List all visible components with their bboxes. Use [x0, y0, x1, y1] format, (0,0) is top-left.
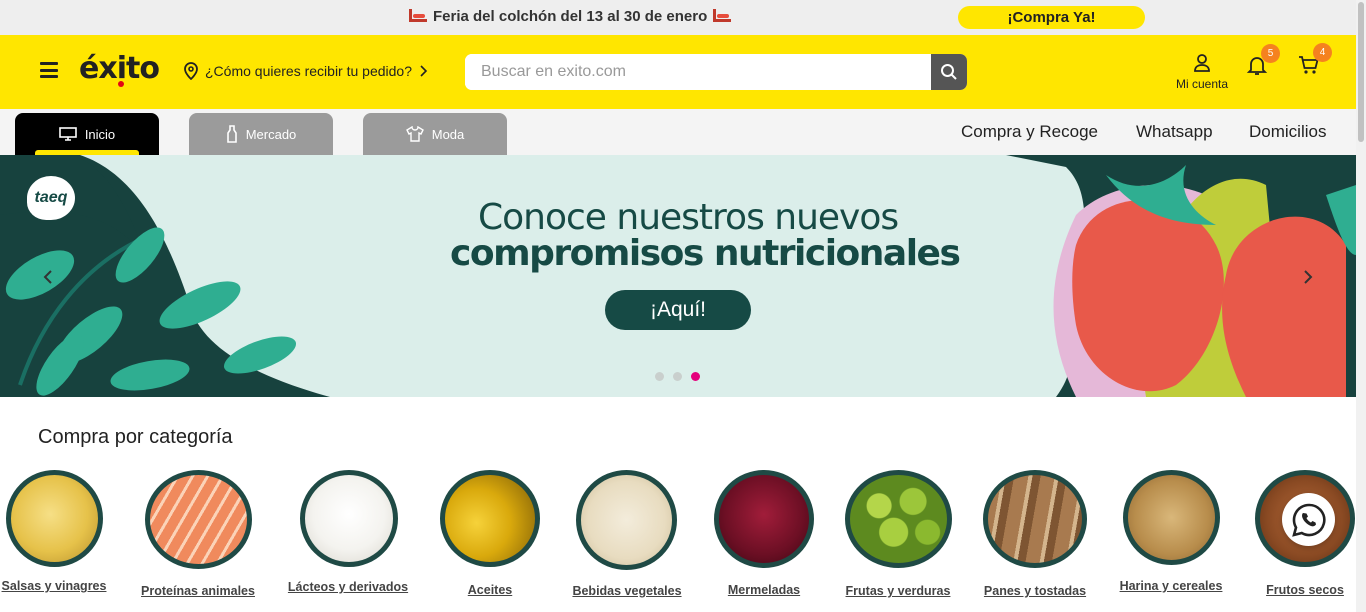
categories-title: Compra por categoría	[38, 426, 233, 448]
bed-icon	[713, 8, 732, 22]
user-icon	[1194, 54, 1210, 72]
whatsapp-chat-button[interactable]	[1282, 493, 1335, 546]
carousel-dot-2[interactable]	[673, 372, 682, 381]
tab-label: Mercado	[245, 126, 297, 142]
category-image	[300, 470, 398, 567]
category-image	[1123, 470, 1220, 565]
hamburger-menu-icon[interactable]	[40, 62, 58, 78]
tab-label: Inicio	[84, 126, 116, 142]
shirt-icon	[405, 126, 424, 142]
nav-link-domicilios[interactable]: Domicilios	[1249, 122, 1326, 142]
banner-title-line1: Conoce nuestros nuevos	[478, 197, 899, 238]
nav-link-whatsapp[interactable]: Whatsapp	[1136, 122, 1213, 142]
bottle-icon	[226, 125, 237, 143]
cart-button[interactable]: 4	[1297, 43, 1332, 77]
category-label: Proteínas animales	[141, 584, 255, 598]
category-image	[845, 470, 952, 568]
carousel-dot-1[interactable]	[655, 372, 664, 381]
chevron-right-icon	[1304, 270, 1313, 284]
carousel-dot-3-active[interactable]	[691, 372, 700, 381]
search-bar	[465, 54, 967, 90]
category-label: Frutos secos	[1266, 583, 1344, 597]
category-navbar: Inicio Mercado Moda Compra y Recoge What…	[0, 109, 1356, 155]
nav-link-compra-y-recoge[interactable]: Compra y Recoge	[961, 122, 1098, 142]
buy-now-button[interactable]: ¡Compra Ya!	[958, 6, 1145, 29]
tab-mercado[interactable]: Mercado	[189, 113, 333, 155]
tab-label: Moda	[431, 126, 465, 142]
chevron-right-icon	[420, 65, 428, 77]
delivery-location-text: ¿Cómo quieres recibir tu pedido?	[205, 63, 412, 79]
category-image	[6, 470, 103, 567]
promo-message[interactable]: Feria del colchón del 13 al 30 de enero	[409, 8, 732, 25]
category-label: Frutas y verduras	[845, 584, 951, 598]
promo-bar: Feria del colchón del 13 al 30 de enero …	[0, 0, 1356, 35]
banner-cta-button[interactable]: ¡Aquí!	[605, 290, 751, 330]
category-image	[145, 470, 252, 569]
banner-title-line2: compromisos nutricionales	[450, 233, 961, 274]
search-input[interactable]	[465, 54, 931, 90]
category-image	[440, 470, 540, 567]
category-label: Harina y cereales	[1119, 579, 1223, 593]
banner-next-arrow[interactable]	[1298, 265, 1318, 289]
hero-banner[interactable]: taeq Conoce nuestros nuevos compromisos …	[0, 155, 1356, 397]
notifications-button[interactable]: 5	[1245, 44, 1280, 77]
category-label: Panes y tostadas	[983, 584, 1087, 598]
category-image	[983, 470, 1087, 568]
category-image	[714, 470, 814, 568]
monitor-icon	[59, 127, 77, 141]
taeq-logo: taeq	[27, 176, 75, 220]
category-label: Salsas y vinagres	[1, 579, 107, 593]
logo-dot	[118, 81, 124, 87]
promo-text: Feria del colchón del 13 al 30 de enero	[433, 8, 708, 25]
my-account-button[interactable]: Mi cuenta	[1170, 53, 1234, 91]
scrollbar-thumb[interactable]	[1358, 2, 1364, 142]
chevron-left-icon	[43, 270, 52, 284]
tab-moda[interactable]: Moda	[363, 113, 507, 155]
category-label: Aceites	[467, 583, 513, 597]
search-button[interactable]	[931, 54, 967, 90]
category-label: Lácteos y derivados	[287, 580, 409, 594]
category-image	[576, 470, 677, 570]
bed-icon	[409, 8, 427, 22]
whatsapp-icon	[1291, 503, 1326, 537]
category-label: Bebidas vegetales	[572, 584, 682, 598]
notifications-badge: 5	[1261, 44, 1280, 63]
category-label: Mermeladas	[727, 583, 801, 597]
page-scrollbar[interactable]	[1356, 0, 1366, 612]
location-pin-icon	[184, 62, 198, 80]
tab-inicio[interactable]: Inicio	[15, 113, 159, 155]
cart-count-badge: 4	[1313, 43, 1332, 62]
banner-prev-arrow[interactable]	[38, 265, 58, 289]
main-header: éxito ¿Cómo quieres recibir tu pedido? M…	[0, 35, 1356, 109]
my-account-label: Mi cuenta	[1175, 77, 1229, 91]
search-icon	[941, 64, 957, 80]
delivery-location-selector[interactable]: ¿Cómo quieres recibir tu pedido?	[183, 62, 428, 80]
